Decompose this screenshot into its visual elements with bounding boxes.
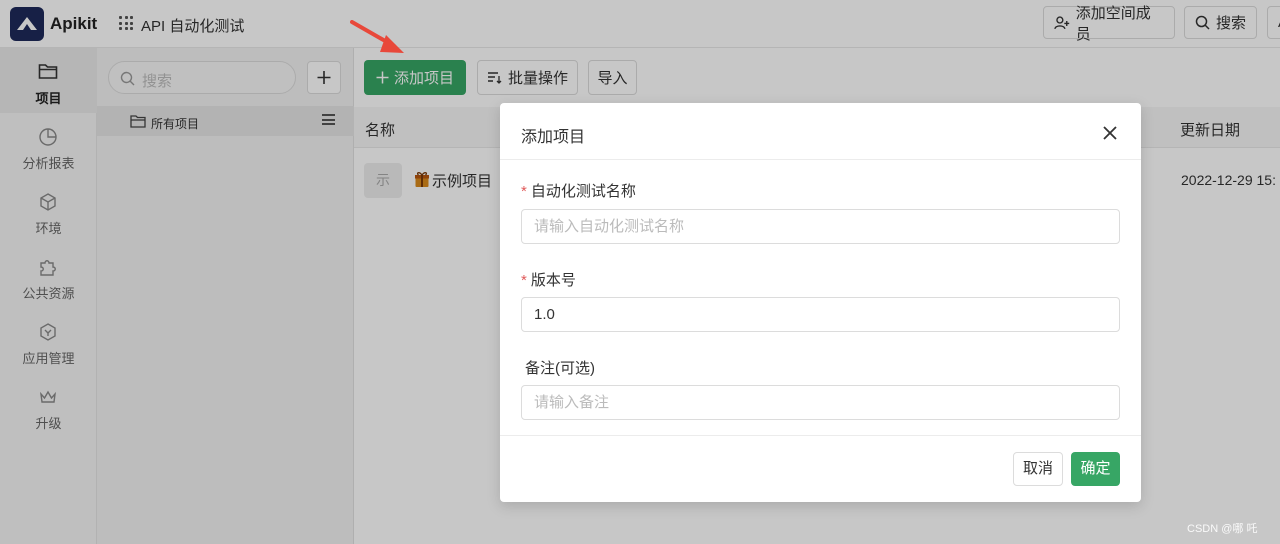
dialog-footer-divider — [500, 435, 1141, 436]
remark-input[interactable] — [521, 385, 1120, 420]
version-label-text: 版本号 — [530, 272, 576, 289]
cancel-button[interactable]: 取消 — [1013, 452, 1063, 486]
required-mark: * — [521, 272, 527, 289]
confirm-button[interactable]: 确定 — [1071, 452, 1120, 486]
remark-label: 备注(可选) — [521, 357, 595, 378]
remark-label-text: 备注(可选) — [525, 360, 595, 377]
test-name-label: * 自动化测试名称 — [521, 180, 636, 201]
dialog-header-divider — [500, 159, 1141, 160]
version-label: * 版本号 — [521, 269, 576, 290]
watermark: CSDN @哪 吒 — [1187, 523, 1258, 535]
dialog-title: 添加项目 — [521, 129, 586, 146]
close-icon[interactable] — [1103, 126, 1117, 140]
test-name-input[interactable] — [521, 209, 1120, 244]
test-name-label-text: 自动化测试名称 — [530, 183, 636, 200]
annotation-arrow-icon — [350, 20, 404, 53]
add-project-dialog: 添加项目 *自动化测试名称 *版本号 备注(可选) 取消 确定 — [500, 103, 1141, 502]
version-input[interactable] — [521, 297, 1120, 332]
required-mark: * — [521, 183, 527, 200]
